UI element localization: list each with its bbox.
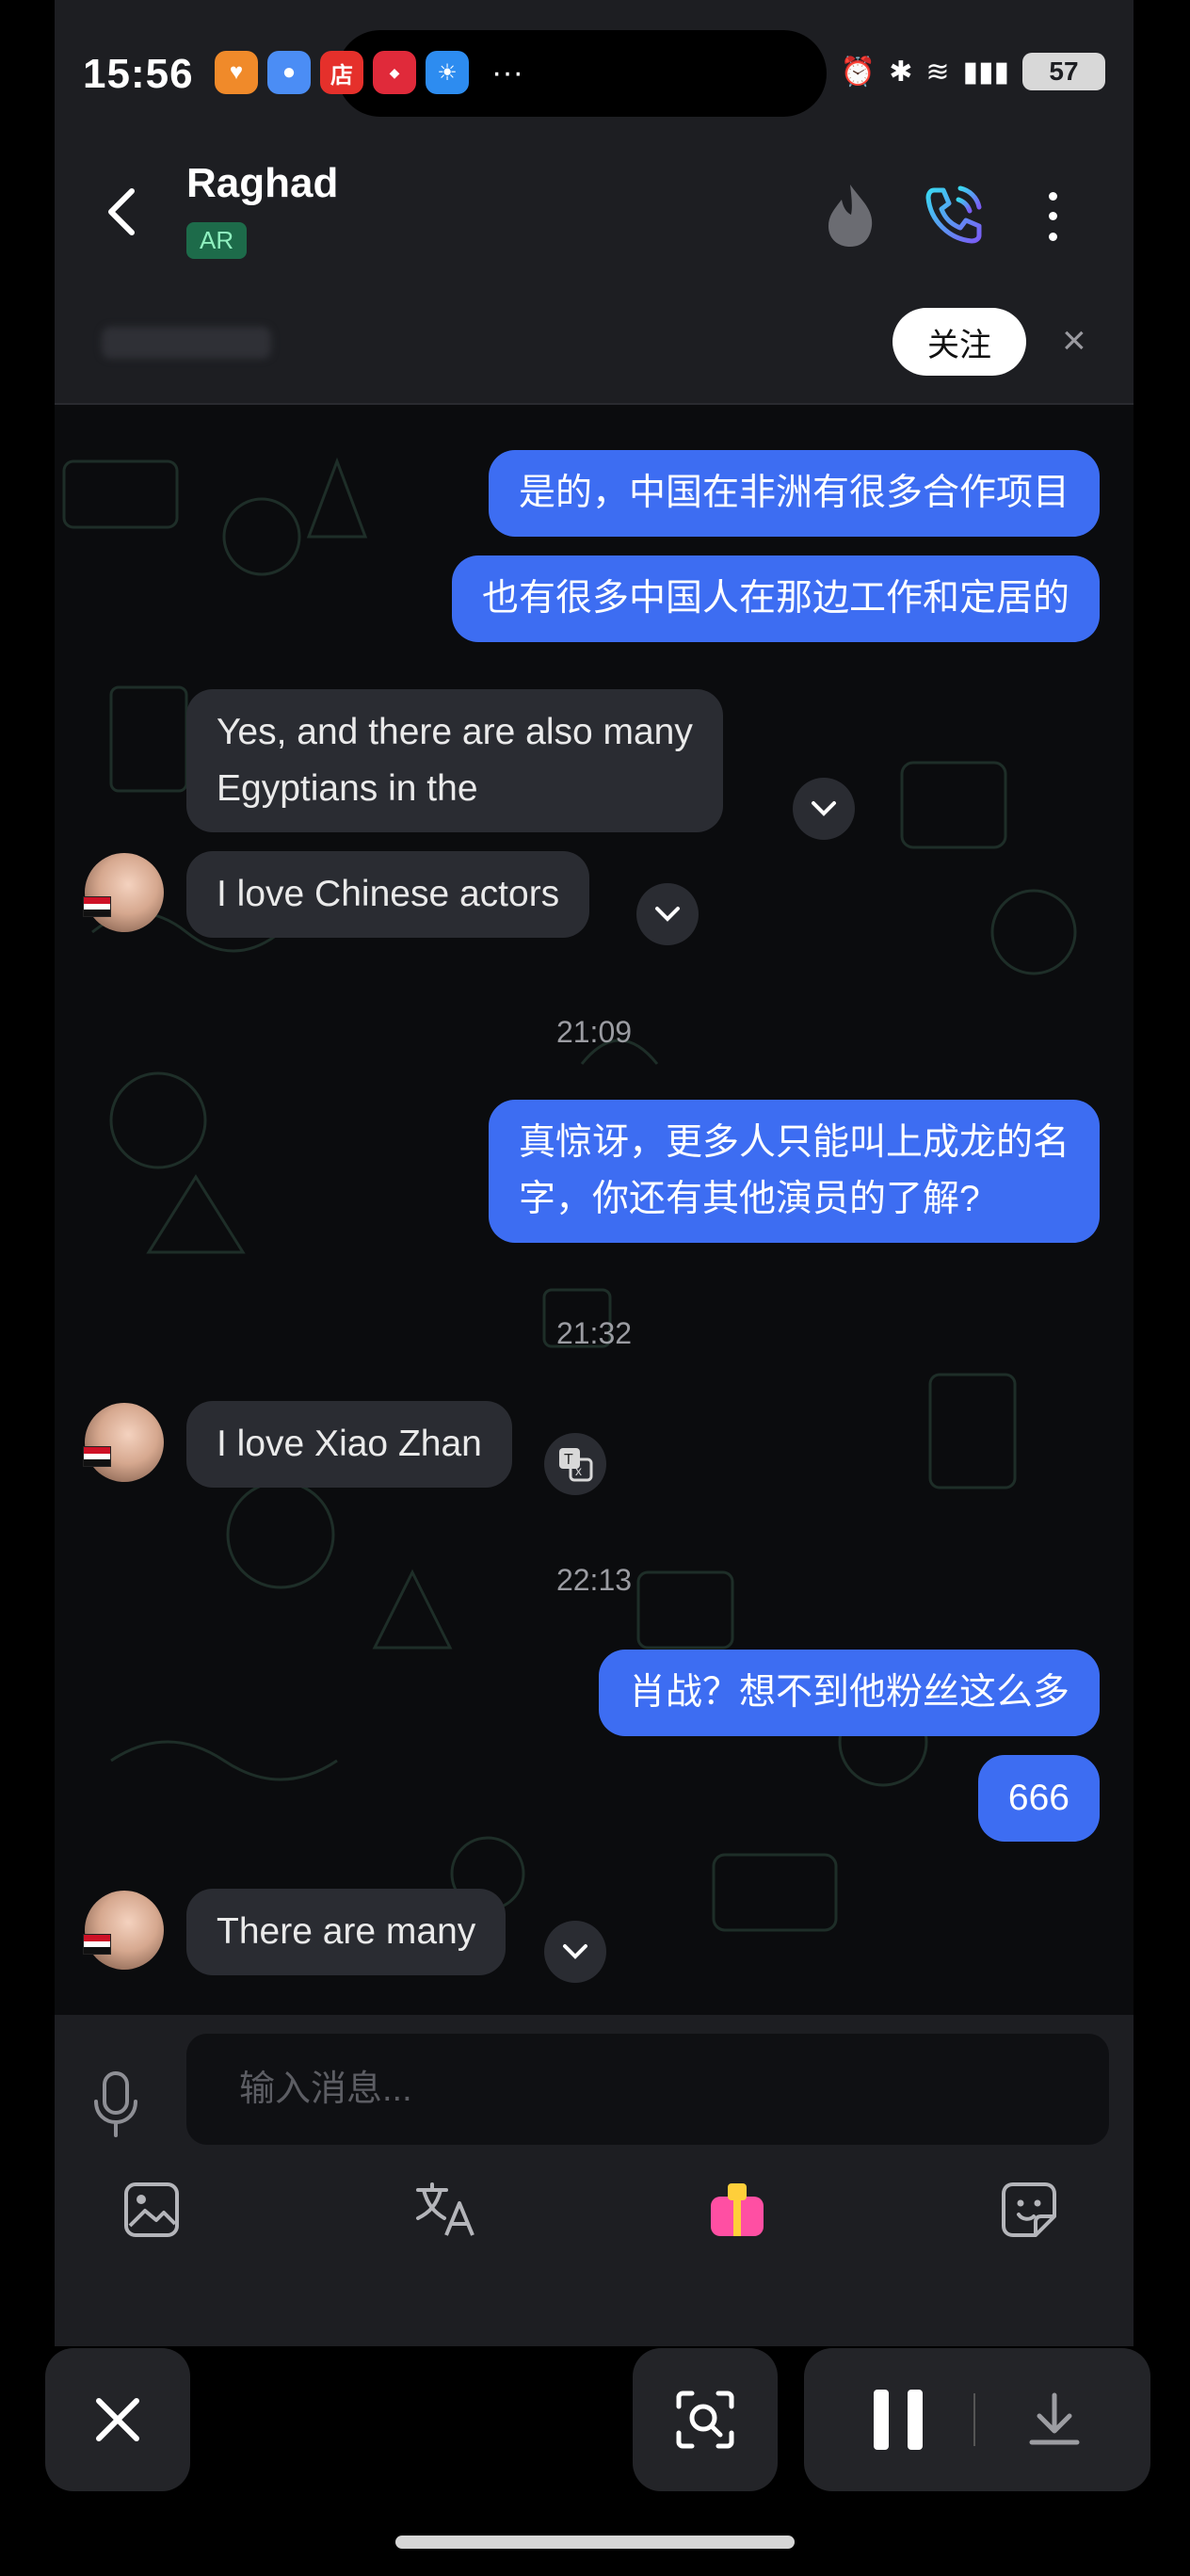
gift-button[interactable]: [704, 2177, 770, 2243]
expand-translation-button[interactable]: [544, 1921, 606, 1983]
timestamp: 22:13: [555, 1563, 633, 1597]
overflow-indicator: ···: [491, 55, 523, 90]
xiaohongshu-app-icon: ◆: [373, 51, 416, 94]
expand-translation-button[interactable]: [636, 883, 699, 945]
follow-banner-text-blurred: [102, 327, 271, 359]
chevron-down-icon: [655, 907, 680, 922]
recording-controls: [804, 2348, 1150, 2491]
status-indicators: ⏰ ✱ ≋ ▮▮▮ 57: [841, 53, 1105, 90]
pause-icon: [874, 2390, 889, 2450]
wifi-icon: ≋: [925, 56, 950, 88]
bluetooth-icon: ✱: [889, 56, 913, 88]
screen-edge-right: [1135, 0, 1190, 2576]
more-options-button[interactable]: [1034, 186, 1071, 247]
screen-recorder-bar: [0, 2346, 1190, 2506]
message-bubble-incoming[interactable]: I love Chinese actors: [186, 851, 590, 938]
svg-text:x: x: [575, 1463, 582, 1478]
message-bubble-incoming[interactable]: I love Xiao Zhan: [186, 1401, 512, 1488]
egypt-flag-icon: [83, 1446, 111, 1467]
chevron-down-icon: [812, 801, 836, 816]
download-icon[interactable]: [1026, 2391, 1083, 2448]
more-dot-icon: [1048, 212, 1057, 221]
notification-icons: ♥ ● 店 ◆ ☀ ···: [215, 51, 523, 94]
sticker-button[interactable]: [996, 2177, 1062, 2243]
heart-app-icon: ♥: [215, 51, 258, 94]
close-banner-icon[interactable]: ×: [1062, 317, 1086, 364]
screenshot-button[interactable]: [633, 2348, 778, 2491]
message-bubble-outgoing[interactable]: 666: [977, 1755, 1100, 1842]
microphone-icon[interactable]: [90, 2069, 141, 2141]
message-composer: [55, 2015, 1134, 2346]
chevron-left-icon: [108, 188, 135, 235]
image-icon: [124, 2182, 179, 2237]
sticker-icon: [1002, 2182, 1056, 2237]
screen-edge-left: [0, 0, 55, 2576]
message-input[interactable]: [186, 2034, 1109, 2145]
more-dot-icon: [1048, 192, 1057, 201]
flame-icon[interactable]: [817, 181, 883, 250]
scan-icon: [676, 2391, 734, 2449]
follow-banner: 关注 ×: [55, 278, 1134, 405]
timestamp: 21:32: [555, 1316, 633, 1350]
message-bubble-incoming[interactable]: Yes, and there are also many Egyptians i…: [186, 689, 723, 832]
stop-recording-button[interactable]: [45, 2348, 190, 2491]
contact-name[interactable]: Raghad: [186, 160, 338, 207]
status-bar: 15:56 ♥ ● 店 ◆ ☀ ··· ⏰ ✱ ≋ ▮▮▮ 57: [55, 0, 1134, 141]
weather-app-icon: ☀: [426, 51, 469, 94]
close-icon: [96, 2398, 139, 2441]
message-bubble-outgoing[interactable]: 也有很多中国人在那边工作和定居的: [451, 555, 1100, 642]
contact-avatar[interactable]: [83, 1891, 164, 1970]
pause-button[interactable]: [874, 2390, 923, 2450]
translate-icon: T x: [559, 1448, 593, 1482]
signal-icon: ▮▮▮: [962, 56, 1009, 88]
contact-avatar[interactable]: [83, 853, 164, 932]
follow-button[interactable]: 关注: [892, 308, 1026, 376]
expand-translation-button[interactable]: [793, 778, 855, 840]
message-app-icon: ●: [267, 51, 311, 94]
battery-indicator: 57: [1022, 53, 1105, 90]
egypt-flag-icon: [83, 1934, 111, 1955]
image-picker-button[interactable]: [119, 2177, 185, 2243]
translate-icon: [416, 2182, 474, 2236]
contact-avatar[interactable]: [83, 1403, 164, 1482]
chat-message-list[interactable]: 是的，中国在非洲有很多合作项目 也有很多中国人在那边工作和定居的 Yes, an…: [55, 405, 1134, 2015]
translate-button[interactable]: [412, 2177, 478, 2243]
timestamp: 21:09: [555, 1015, 633, 1049]
divider: [973, 2393, 975, 2446]
more-dot-icon: [1048, 232, 1057, 241]
phone-screen: 15:56 ♥ ● 店 ◆ ☀ ··· ⏰ ✱ ≋ ▮▮▮ 57 Raghad …: [55, 0, 1134, 2346]
alarm-icon: ⏰: [840, 56, 876, 88]
message-bubble-outgoing[interactable]: 是的，中国在非洲有很多合作项目: [488, 450, 1100, 537]
home-indicator[interactable]: [395, 2536, 795, 2549]
chevron-down-icon: [563, 1944, 587, 1959]
store-app-icon: 店: [320, 51, 363, 94]
message-bubble-outgoing[interactable]: 肖战？想不到他粉丝这么多: [598, 1650, 1100, 1736]
message-bubble-outgoing[interactable]: 真惊讶，更多人只能叫上成龙的名 字，你还有其他演员的了解?: [488, 1100, 1100, 1243]
back-button[interactable]: [92, 179, 149, 245]
phone-call-icon[interactable]: [921, 181, 989, 249]
language-badge: AR: [186, 222, 248, 259]
gift-icon: [711, 2183, 764, 2236]
message-bubble-incoming[interactable]: There are many: [186, 1889, 507, 1975]
status-time: 15:56: [83, 51, 194, 97]
chat-header: Raghad AR: [55, 141, 1134, 278]
egypt-flag-icon: [83, 896, 111, 917]
translate-message-button[interactable]: T x: [544, 1433, 606, 1495]
